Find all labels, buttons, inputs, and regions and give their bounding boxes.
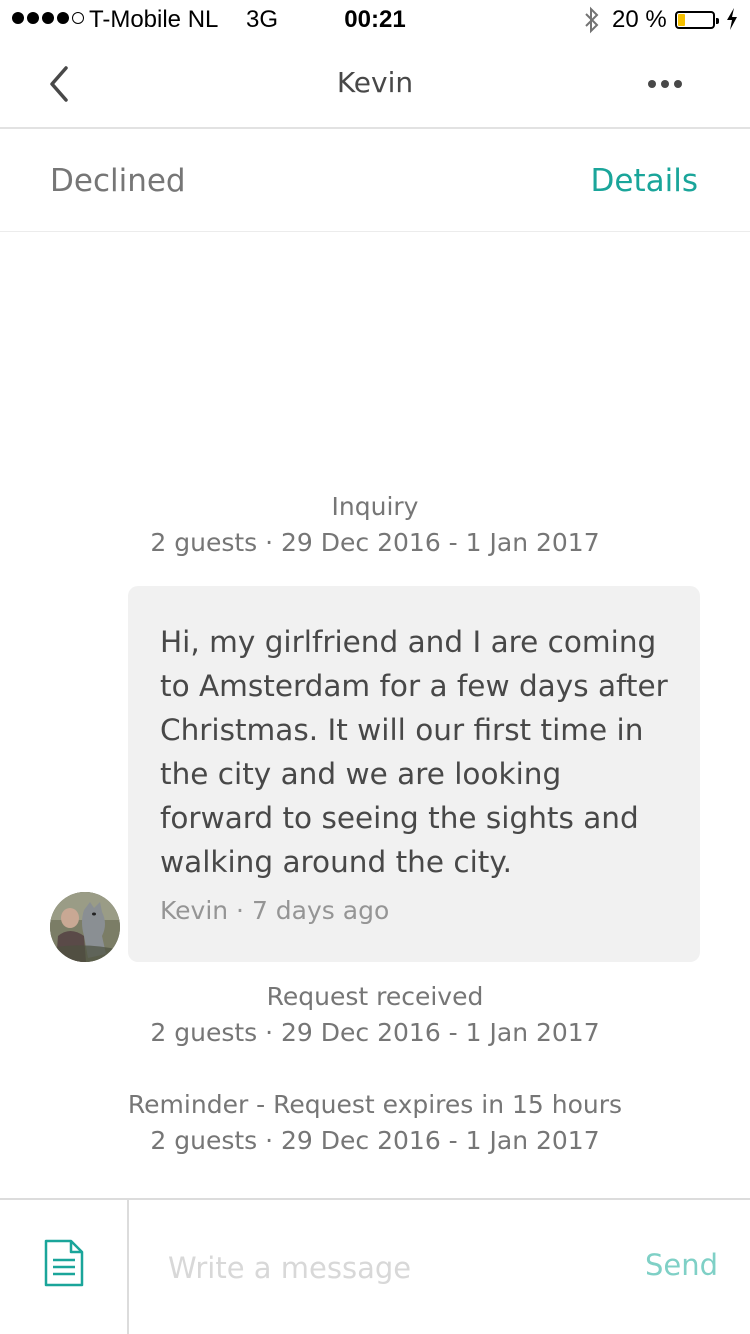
- details-link[interactable]: Details: [591, 163, 698, 199]
- battery-percent: 20 %: [612, 6, 667, 33]
- avatar[interactable]: [50, 892, 120, 962]
- event-title: Reminder - Request expires in 15 hours: [127, 1090, 623, 1119]
- send-button[interactable]: Send: [645, 1248, 718, 1282]
- charging-bolt-icon: [725, 7, 739, 38]
- reservation-status-row: Declined Details: [0, 129, 750, 232]
- document-icon: [44, 1239, 84, 1287]
- navigation-bar: Kevin: [0, 40, 750, 129]
- more-dots-icon: [648, 80, 656, 88]
- message-line: walking around the city.: [160, 845, 512, 879]
- more-options-button[interactable]: [648, 72, 692, 96]
- reminder-event: Reminder - Request expires in 15 hours 2…: [0, 1087, 750, 1159]
- kevin-avatar-photo: [50, 892, 120, 962]
- reservation-status: Declined: [50, 163, 186, 199]
- message-line: to Amsterdam for a few days after: [160, 669, 668, 703]
- message-bubble: Hi, my girlfriend and I are coming to Am…: [128, 586, 700, 962]
- event-subtitle: 2 guests · 29 Dec 2016 - 1 Jan 2017: [150, 528, 600, 557]
- bluetooth-icon: [583, 6, 601, 41]
- request-received-event: Request received 2 guests · 29 Dec 2016 …: [0, 979, 750, 1051]
- message-composer: Send: [0, 1198, 750, 1334]
- message-input[interactable]: [168, 1246, 598, 1290]
- event-title: Request received: [266, 982, 484, 1011]
- message-body: Hi, my girlfriend and I are coming to Am…: [160, 620, 670, 884]
- battery-icon: [675, 11, 719, 29]
- message-line: forward to seeing the sights and: [160, 801, 639, 835]
- status-bar: T-Mobile NL 3G 00:21 20 %: [0, 0, 750, 40]
- message-line: Hi, my girlfriend and I are coming: [160, 625, 657, 659]
- template-button[interactable]: [0, 1200, 129, 1334]
- message-line: the city and we are looking: [160, 757, 562, 791]
- message-meta: Kevin · 7 days ago: [160, 896, 390, 925]
- event-subtitle: 2 guests · 29 Dec 2016 - 1 Jan 2017: [150, 1126, 600, 1155]
- conversation-title: Kevin: [336, 66, 414, 99]
- event-title: Inquiry: [331, 492, 419, 521]
- message-line: Christmas. It will our first time in: [160, 713, 644, 747]
- event-subtitle: 2 guests · 29 Dec 2016 - 1 Jan 2017: [150, 1018, 600, 1047]
- inquiry-event: Inquiry 2 guests · 29 Dec 2016 - 1 Jan 2…: [0, 489, 750, 561]
